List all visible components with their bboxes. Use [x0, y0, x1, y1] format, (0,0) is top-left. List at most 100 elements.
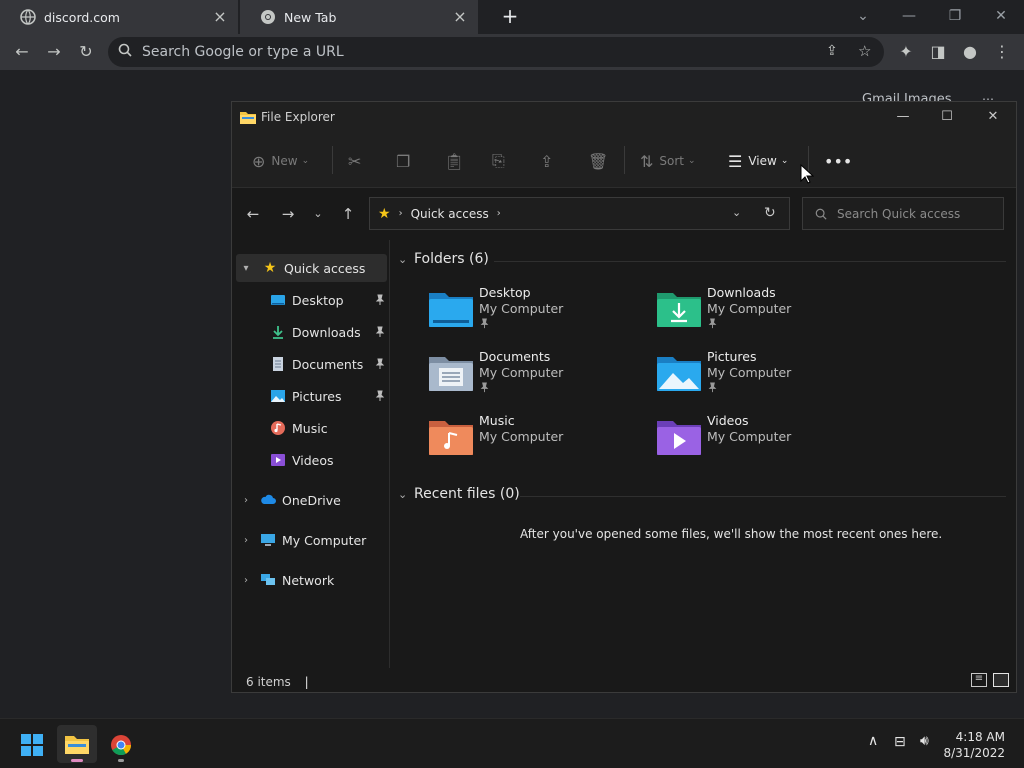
network-status-icon[interactable]: ⊟ [894, 734, 906, 750]
extensions-icon[interactable]: ✦ [896, 42, 916, 62]
nav-label: Pictures [292, 388, 342, 404]
volume-icon[interactable]: 🔊︎ [920, 733, 929, 749]
tab-discord[interactable]: discord.com × [0, 0, 238, 34]
search-box[interactable] [802, 197, 1004, 230]
nav-quick-access[interactable]: ▾ ★ Quick access [236, 254, 387, 282]
pin-icon[interactable] [374, 326, 386, 338]
close-tab-icon[interactable]: × [452, 9, 468, 25]
new-tab-button[interactable]: + [500, 6, 520, 26]
group-title: Recent files (0) [414, 486, 520, 502]
navigation-row: ← → ⌄ ↑ ★ › Quick access › ⌄ ↻ [232, 188, 1016, 240]
chevron-down-icon[interactable]: ⌄ [398, 253, 414, 266]
sort-label: Sort [659, 154, 685, 168]
tab-new-tab[interactable]: New Tab × [240, 0, 478, 34]
folder-tile-videos[interactable]: Videos My Computer [657, 413, 877, 467]
new-button[interactable]: ⊕ New ⌄ [252, 150, 309, 172]
chevron-down-icon[interactable]: ⌄ [398, 488, 414, 501]
cut-button[interactable]: ✂ [348, 150, 367, 172]
taskbar-chrome[interactable] [104, 725, 138, 763]
windows-start-icon[interactable] [21, 734, 43, 756]
tiles-view-icon[interactable] [993, 673, 1009, 687]
folder-tile-pictures[interactable]: Pictures My Computer [657, 349, 877, 403]
mouse-cursor-icon [800, 164, 814, 184]
pin-icon[interactable] [374, 358, 386, 370]
address-dropdown-icon[interactable]: ⌄ [732, 206, 741, 219]
minimize-icon[interactable]: — [894, 108, 912, 126]
forward-icon[interactable]: → [279, 205, 297, 223]
nav-pictures[interactable]: Pictures [270, 382, 388, 410]
sort-button[interactable]: ⇅ Sort ⌄ [640, 150, 696, 172]
rename-button[interactable]: ⎘ [492, 150, 511, 172]
folders-group-header[interactable]: ⌄ Folders (6) [398, 251, 489, 267]
nav-videos[interactable]: Videos [270, 446, 388, 474]
folder-tile-desktop[interactable]: Desktop My Computer [429, 285, 649, 339]
more-dots-icon: ••• [824, 151, 853, 171]
nav-desktop[interactable]: Desktop [270, 286, 388, 314]
nav-network[interactable]: › Network [238, 566, 388, 594]
delete-button[interactable]: 🗑︎ [588, 150, 614, 172]
close-icon[interactable]: ✕ [984, 108, 1002, 126]
omnibox-input[interactable] [142, 44, 742, 60]
clock-time: 4:18 AM [955, 730, 1005, 744]
paste-button[interactable]: 📋︎ [444, 150, 470, 172]
tray-chevron-up-icon[interactable]: ∧ [868, 733, 878, 749]
back-icon[interactable]: ← [12, 42, 32, 62]
copy-button[interactable]: ❐ [396, 150, 416, 172]
refresh-icon[interactable]: ↻ [764, 205, 776, 221]
chevron-right-icon[interactable]: › [238, 535, 254, 546]
back-icon[interactable]: ← [244, 205, 262, 223]
folder-location: My Computer [479, 301, 564, 316]
pin-icon [480, 318, 489, 329]
sort-icon: ⇅ [640, 151, 654, 171]
recent-locations-chevron-icon[interactable]: ⌄ [309, 205, 327, 223]
forward-icon[interactable]: → [44, 42, 64, 62]
nav-downloads[interactable]: Downloads [270, 318, 388, 346]
music-folder-icon [429, 421, 473, 455]
restore-icon[interactable]: ❐ [946, 7, 964, 25]
view-button[interactable]: ☰ View ⌄ [728, 150, 788, 172]
folder-name: Videos [707, 413, 749, 428]
close-icon[interactable]: ✕ [992, 7, 1010, 25]
more-options-button[interactable]: ••• [824, 150, 858, 172]
folder-tile-downloads[interactable]: Downloads My Computer [657, 285, 877, 339]
chevron-right-icon[interactable]: › [238, 575, 254, 586]
details-view-icon[interactable]: ≡ [971, 673, 987, 687]
reload-icon[interactable]: ↻ [76, 42, 96, 62]
maximize-icon[interactable]: ☐ [938, 108, 956, 126]
recent-group-header[interactable]: ⌄ Recent files (0) [398, 486, 520, 502]
omnibox[interactable]: ⇪ ☆ [108, 37, 884, 67]
star-icon: ★ [378, 205, 391, 222]
nav-label: Downloads [292, 324, 361, 340]
bookmark-star-icon[interactable]: ☆ [858, 42, 871, 60]
search-input[interactable] [837, 206, 997, 221]
nav-my-computer[interactable]: › My Computer [238, 526, 388, 554]
chevron-right-icon[interactable]: › [497, 208, 501, 219]
pin-icon[interactable] [374, 294, 386, 306]
up-icon[interactable]: ↑ [339, 205, 357, 223]
explorer-title-bar: File Explorer — ☐ ✕ [232, 102, 1016, 132]
taskbar-file-explorer[interactable] [57, 725, 97, 763]
nav-music[interactable]: Music [270, 414, 388, 442]
tab-search-chevron-icon[interactable]: ⌄ [854, 7, 872, 25]
folder-tile-documents[interactable]: Documents My Computer [429, 349, 649, 403]
chevron-down-icon[interactable]: ▾ [238, 263, 254, 274]
menu-icon[interactable]: ⋮ [992, 42, 1012, 62]
close-tab-icon[interactable]: × [212, 9, 228, 25]
side-panel-icon[interactable]: ◨ [928, 42, 948, 62]
folder-location: My Computer [707, 429, 792, 444]
nav-onedrive[interactable]: › OneDrive [238, 486, 388, 514]
pin-icon[interactable] [374, 390, 386, 402]
address-bar[interactable]: ★ › Quick access › ⌄ ↻ [369, 197, 790, 230]
share-button[interactable]: ⇪ [540, 150, 559, 172]
rename-icon: ⎘ [492, 151, 505, 170]
chevron-right-icon[interactable]: › [238, 495, 254, 506]
file-explorer-window: File Explorer — ☐ ✕ ⊕ New ⌄ ✂ ❐ 📋︎ ⎘ ⇪ 🗑… [231, 101, 1017, 693]
address-location[interactable]: Quick access [411, 207, 489, 221]
nav-documents[interactable]: Documents [270, 350, 388, 378]
chevron-down-icon: ⌄ [780, 156, 789, 166]
folder-tile-music[interactable]: Music My Computer [429, 413, 649, 467]
minimize-icon[interactable]: — [900, 7, 918, 25]
profile-icon[interactable]: ● [960, 42, 980, 62]
share-icon[interactable]: ⇪ [826, 43, 838, 59]
taskbar-clock[interactable]: 4:18 AM 8/31/2022 [943, 729, 1005, 761]
